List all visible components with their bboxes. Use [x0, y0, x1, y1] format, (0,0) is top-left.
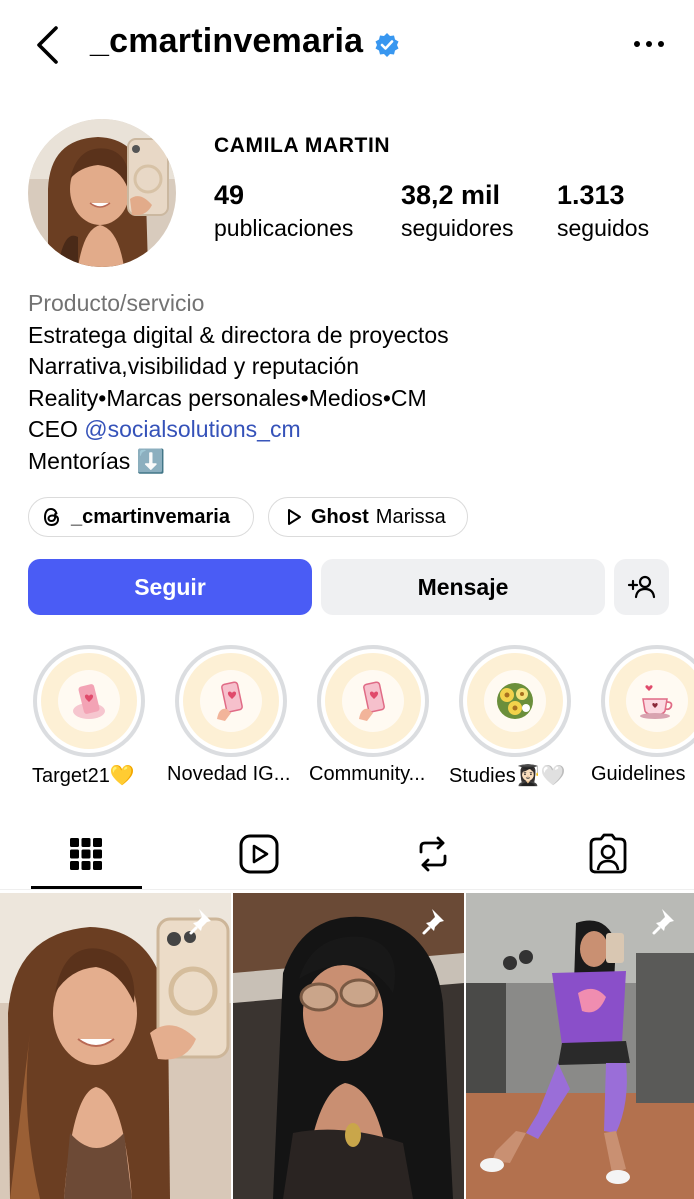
highlight-label: Studies👩🏻‍🎓🤍 — [449, 765, 566, 787]
phone-heart-icon — [73, 684, 105, 719]
back-arrow-icon[interactable] — [30, 24, 66, 66]
teacup-icon — [640, 685, 673, 719]
tabs-divider — [0, 889, 694, 890]
phone-hand-icon — [359, 681, 385, 721]
pin-icon — [652, 909, 674, 935]
stat-following[interactable]: 1.313 seguidos — [557, 180, 649, 242]
stat-following-count: 1.313 — [557, 180, 625, 210]
bio-line: Narrativa,visibilidad y reputación — [28, 353, 360, 379]
post-thumbnail[interactable] — [466, 893, 694, 1199]
highlight-target21[interactable] — [33, 645, 145, 757]
bio-ceo-prefix: CEO — [28, 416, 85, 442]
threads-link-chip[interactable]: _cmartinvemaria — [28, 497, 254, 537]
stat-posts-count: 49 — [214, 180, 245, 210]
highlight-guidelines[interactable] — [601, 645, 694, 757]
bio-line: Estratega digital & directora de proyect… — [28, 321, 449, 348]
bio-ceo-line: CEO @socialsolutions_cm — [28, 414, 668, 446]
post-thumbnail[interactable] — [0, 893, 231, 1199]
top-bar: _cmartinvemaria — [0, 0, 694, 90]
pin-icon — [189, 909, 211, 935]
threads-handle: _cmartinvemaria — [71, 505, 230, 528]
post-image — [0, 893, 231, 1199]
stat-followers[interactable]: 38,2 mil seguidores — [401, 180, 514, 242]
highlight-label: Novedad IG... — [167, 763, 291, 785]
play-icon — [288, 509, 301, 525]
verified-badge-icon — [375, 33, 399, 57]
profile-bio: Producto/servicio Estratega digital & di… — [28, 288, 668, 477]
highlight-label: Target21💛 — [32, 765, 135, 787]
suggest-people-button[interactable] — [614, 559, 669, 615]
pin-icon — [422, 909, 444, 935]
profile-category: Producto/servicio — [28, 290, 205, 316]
reels-icon[interactable] — [237, 832, 281, 876]
bio-line: Mentorías ⬇️ — [28, 447, 166, 474]
add-person-icon — [627, 575, 655, 599]
highlight-label: Guidelines — [591, 763, 686, 785]
highlight-label: Community... — [309, 763, 426, 785]
reposts-icon[interactable] — [411, 832, 455, 876]
threads-icon — [43, 507, 60, 527]
more-options-icon[interactable] — [632, 36, 666, 52]
flowers-icon — [497, 683, 533, 719]
post-image — [466, 893, 694, 1199]
music-artist: Marissa — [375, 505, 446, 528]
stat-followers-count: 38,2 mil — [401, 180, 501, 210]
highlight-novedad-ig[interactable] — [175, 645, 287, 757]
stat-following-label: seguidos — [557, 215, 650, 241]
post-image — [233, 893, 464, 1199]
stat-posts[interactable]: 49 publicaciones — [214, 180, 353, 242]
bio-line: Reality•Marcas personales•Medios•CM — [28, 384, 427, 411]
highlight-studies[interactable] — [459, 645, 571, 757]
post-thumbnail[interactable] — [233, 893, 464, 1199]
music-chip[interactable]: Ghost Marissa — [268, 497, 468, 537]
profile-username: _cmartinvemaria — [90, 22, 364, 60]
display-name: CAMILA MARTIN — [214, 134, 391, 157]
stat-followers-label: seguidores — [401, 215, 514, 241]
follow-button[interactable]: Seguir — [28, 559, 312, 615]
music-song-title: Ghost — [311, 505, 369, 528]
tagged-icon[interactable] — [586, 832, 630, 876]
phone-hand-icon — [217, 681, 243, 721]
bio-mention-link[interactable]: @socialsolutions_cm — [84, 416, 300, 442]
profile-avatar[interactable] — [28, 119, 176, 267]
highlight-community[interactable] — [317, 645, 429, 757]
message-button[interactable]: Mensaje — [321, 559, 605, 615]
stat-posts-label: publicaciones — [214, 215, 354, 241]
grid-icon[interactable] — [64, 832, 108, 876]
